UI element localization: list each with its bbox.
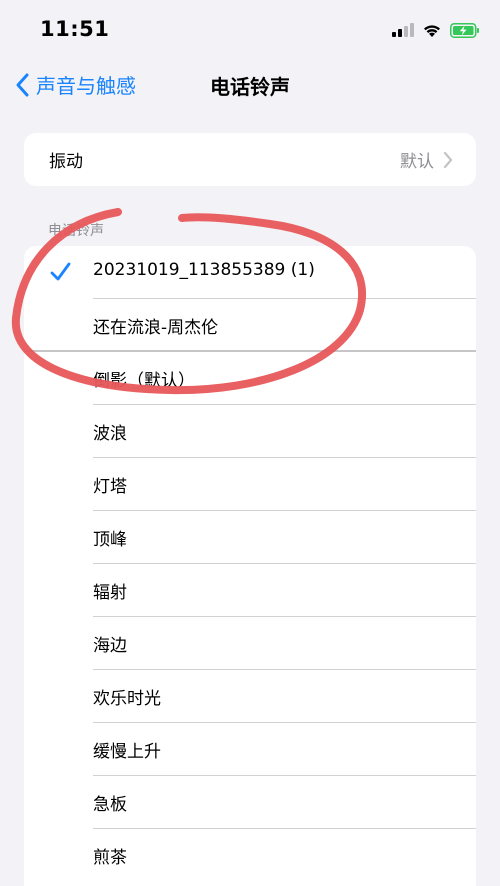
status-bar: 11:51 bbox=[0, 0, 500, 56]
ringtone-row[interactable]: 辐射 bbox=[24, 564, 476, 617]
vibration-value: 默认 bbox=[400, 152, 434, 172]
cellular-signal-icon bbox=[392, 23, 414, 37]
ringtone-row[interactable]: 还在流浪-周杰伦 bbox=[24, 299, 476, 352]
ringtone-row[interactable]: 20231019_113855389 (1) bbox=[24, 246, 476, 299]
ringtone-row[interactable]: 波浪 bbox=[24, 405, 476, 458]
ringtones-section-header: 电话铃声 bbox=[48, 223, 104, 239]
ringtone-row[interactable]: 倒影（默认） bbox=[24, 352, 476, 405]
ringtone-row[interactable]: 海边 bbox=[24, 617, 476, 670]
ringtone-label: 20231019_113855389 (1) bbox=[93, 260, 315, 280]
vibration-row[interactable]: 振动 默认 bbox=[24, 133, 476, 186]
ringtone-label: 还在流浪-周杰伦 bbox=[93, 318, 219, 338]
ringtone-label: 倒影（默认） bbox=[93, 371, 195, 391]
nav-bar: 声音与触感 电话铃声 bbox=[0, 56, 500, 114]
ringtone-row[interactable]: 煎茶 bbox=[24, 829, 476, 882]
ringtone-label: 灯塔 bbox=[93, 477, 127, 497]
battery-charging-icon bbox=[450, 22, 479, 38]
status-time: 11:51 bbox=[40, 17, 110, 41]
ringtone-row[interactable]: 顶峰 bbox=[24, 511, 476, 564]
ringtone-row[interactable]: 缓慢上升 bbox=[24, 723, 476, 776]
ringtone-label: 辐射 bbox=[93, 583, 127, 603]
checkmark-icon bbox=[50, 262, 71, 281]
ringtone-label: 海边 bbox=[93, 636, 127, 656]
ringtone-row[interactable]: 灯塔 bbox=[24, 458, 476, 511]
ringtone-label: 煎茶 bbox=[93, 848, 127, 868]
ringtone-row[interactable]: 急板 bbox=[24, 776, 476, 829]
vibration-group: 振动 默认 bbox=[24, 133, 476, 186]
status-icons bbox=[392, 18, 480, 42]
ringtone-row[interactable]: 欢乐时光 bbox=[24, 670, 476, 723]
page-title: 电话铃声 bbox=[210, 75, 290, 99]
ringtone-label: 急板 bbox=[93, 795, 127, 815]
wifi-icon bbox=[424, 24, 440, 37]
vibration-label: 振动 bbox=[49, 152, 83, 172]
chevron-right-icon bbox=[443, 151, 453, 169]
ringtone-label: 欢乐时光 bbox=[93, 689, 161, 709]
ringtone-label: 缓慢上升 bbox=[93, 742, 161, 762]
ringtone-label: 顶峰 bbox=[93, 530, 127, 550]
ringtone-label: 波浪 bbox=[93, 424, 127, 444]
ringtone-list: 20231019_113855389 (1) 还在流浪-周杰伦 倒影（默认） 波… bbox=[24, 246, 476, 886]
